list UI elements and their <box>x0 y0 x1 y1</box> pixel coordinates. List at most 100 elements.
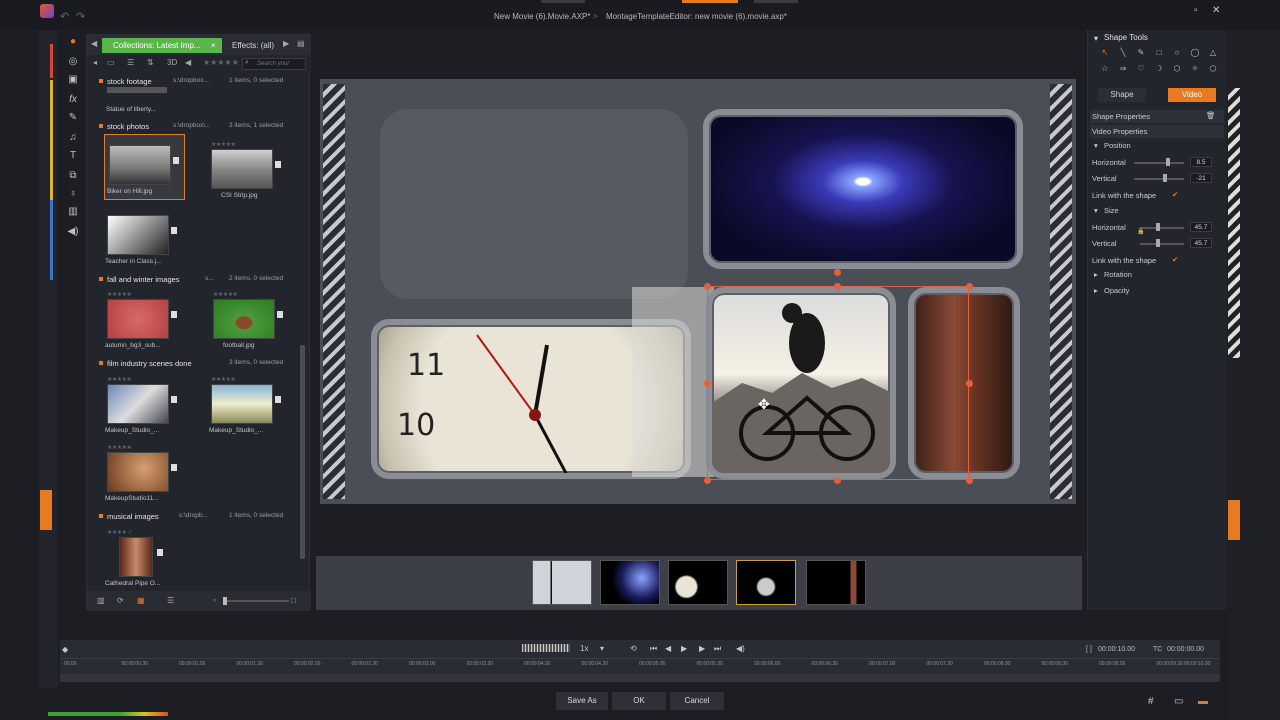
slider-knob[interactable] <box>1163 174 1167 182</box>
resize-handle[interactable] <box>704 380 711 387</box>
go-start-icon[interactable]: ⏮ <box>650 644 657 654</box>
tab-collections[interactable]: Collections: Latest Imp... <box>102 38 222 53</box>
folder-icon[interactable]: ▭ <box>107 58 115 67</box>
collapsed-arrow-icon[interactable]: ▸ <box>1094 286 1098 295</box>
media-item-makeup-1[interactable]: ★★★★★ Makeup_Studio_... <box>105 376 185 442</box>
resize-handle[interactable] <box>966 380 973 387</box>
link-shape-size-checkbox[interactable]: ✔ <box>1172 255 1178 264</box>
cancel-button[interactable]: Cancel <box>670 692 724 710</box>
montage-canvas[interactable]: 11 10 ✥ <box>320 79 1076 504</box>
hexagon-tool-icon[interactable]: ⬡ <box>1170 64 1184 73</box>
resize-handle[interactable] <box>834 283 841 290</box>
line-tool-icon[interactable]: ╲ <box>1116 48 1130 57</box>
refresh-icon[interactable]: ⟳ <box>117 596 124 605</box>
burst-tool-icon[interactable]: ✧ <box>1188 64 1202 73</box>
music-icon[interactable]: ♫ <box>66 132 80 146</box>
vertical-size-slider[interactable] <box>1140 243 1184 245</box>
polygon-tool-icon[interactable]: ⬠ <box>1206 64 1220 73</box>
group-header-film-industry[interactable]: film industry scenes done 3 items, 0 sel… <box>89 358 295 370</box>
scrub-wheel[interactable] <box>522 644 570 652</box>
circle-tool-icon[interactable]: ◯ <box>1188 48 1202 57</box>
volume-icon[interactable]: ◀) <box>736 644 745 653</box>
photo-icon[interactable]: ▣ <box>66 74 80 88</box>
ellipse-tool-icon[interactable]: ○ <box>1170 48 1184 57</box>
tab-close-icon[interactable]: × <box>211 38 216 53</box>
play-icon[interactable]: ▶ <box>681 644 687 653</box>
grid-icon[interactable]: # <box>1148 696 1154 707</box>
heart-tool-icon[interactable]: ♡ <box>1134 64 1148 73</box>
speaker-icon[interactable]: ◀) <box>66 226 80 240</box>
opacity-heading[interactable]: Opacity <box>1104 286 1129 295</box>
speed-dropdown-icon[interactable]: ▾ <box>600 644 604 653</box>
tab-menu-icon[interactable]: ▤ <box>297 39 305 48</box>
grid-view-icon[interactable]: ▦ <box>137 596 145 605</box>
group-header-fall-winter[interactable]: fall and winter images s... 2 items, 0 s… <box>89 274 295 286</box>
collapse-arrow-icon[interactable]: ▾ <box>1094 34 1098 43</box>
rectangle-tool-icon[interactable]: □ <box>1152 48 1166 57</box>
library-icon[interactable]: ● <box>66 36 80 50</box>
step-forward-icon[interactable]: ▶ <box>699 644 705 653</box>
pointer-tool-icon[interactable]: ↖ <box>1098 48 1112 57</box>
triangle-tool-icon[interactable]: △ <box>1206 48 1220 57</box>
horizontal-size-slider[interactable] <box>1140 227 1184 229</box>
slider-knob[interactable] <box>1166 158 1170 166</box>
horizontal-position-field[interactable]: 8.5 <box>1190 157 1212 167</box>
resize-handle[interactable] <box>704 477 711 484</box>
media-item-cathedral[interactable]: ★★★★ ✓ Cathedral Pipe O... <box>105 529 185 595</box>
media-item-makeup-3[interactable]: ★★★★★ MakeupStudio11... <box>105 444 185 510</box>
fx-icon[interactable]: fx <box>66 94 80 108</box>
position-heading[interactable]: Position <box>1104 141 1131 150</box>
expand-arrow-icon[interactable]: ▾ <box>1094 141 1098 150</box>
vertical-position-slider[interactable] <box>1134 178 1184 180</box>
pen-tool-icon[interactable]: ✎ <box>1134 48 1148 57</box>
current-timecode[interactable]: 00:00:00.00 <box>1167 646 1204 653</box>
tab-scroll-right-icon[interactable]: ▶ <box>283 39 289 48</box>
slider-knob[interactable] <box>1156 239 1160 247</box>
selection-box[interactable] <box>707 286 969 480</box>
loop-icon[interactable]: ⟲ <box>630 644 637 653</box>
rating-stars[interactable]: ★★★★ ✓ <box>107 529 133 536</box>
statue-thumb-partial[interactable] <box>107 87 167 93</box>
layout-thumb[interactable] <box>600 560 660 605</box>
marker-icon[interactable]: ✎ <box>66 112 80 126</box>
galaxy-video-frame[interactable] <box>703 109 1023 269</box>
transition-icon[interactable]: ⧉ <box>66 170 80 184</box>
group-header-musical-images[interactable]: musical images s:\dropb... 1 items, 0 se… <box>89 511 295 523</box>
rating-stars[interactable]: ★★★★★ <box>107 376 132 383</box>
resize-handle[interactable] <box>966 477 973 484</box>
slider-knob[interactable] <box>1156 223 1160 231</box>
empty-drop-zone[interactable] <box>380 109 688 299</box>
rating-stars[interactable]: ★★★★★ <box>211 141 236 148</box>
timeline-track[interactable] <box>60 674 1220 682</box>
resize-handle[interactable] <box>966 283 973 290</box>
link-shape-checkbox[interactable]: ✔ <box>1172 190 1178 199</box>
resize-handle[interactable] <box>704 283 711 290</box>
media-item-autumn[interactable]: ★★★★★ autumn_bg3_sub... <box>105 291 185 357</box>
tab-scroll-left-icon[interactable]: ◀ <box>91 39 97 48</box>
media-item-makeup-2[interactable]: ★★★★★ Makeup_Studio_... <box>209 377 289 442</box>
zoom-large-icon[interactable]: □ <box>291 596 296 605</box>
rating-stars[interactable]: ★★★★★ <box>107 291 132 298</box>
go-end-icon[interactable]: ⏭ <box>714 644 721 654</box>
vertical-size-field[interactable]: 45.7 <box>1190 238 1212 248</box>
library-search-input[interactable]: Search your <box>242 58 306 70</box>
tag-icon[interactable]: ◀ <box>185 58 191 67</box>
media-item-teacher[interactable]: Teacher in Class.j... <box>105 209 185 273</box>
trash-icon[interactable]: 🗑 <box>1206 111 1216 120</box>
monitor-icon[interactable]: ▭ <box>1174 696 1183 707</box>
effects-icon[interactable]: ◎ <box>66 56 80 70</box>
rating-stars[interactable]: ★★★★★ <box>213 291 238 298</box>
3d-filter-button[interactable]: 3D <box>167 58 177 67</box>
close-icon[interactable]: ✕ <box>1212 5 1220 16</box>
list-mode-icon[interactable]: ☰ <box>167 596 174 605</box>
undo-icon[interactable]: ↶ <box>60 10 69 23</box>
title-text-icon[interactable]: T <box>66 150 80 164</box>
audio-effect-icon[interactable]: ♁ <box>66 188 80 202</box>
rating-stars[interactable]: ★★★★★ <box>107 444 132 451</box>
speed-select[interactable]: 1x <box>580 644 588 653</box>
layout-thumb[interactable] <box>806 560 866 605</box>
bracket-icon[interactable]: [ ] <box>1086 646 1092 653</box>
resize-handle[interactable] <box>834 477 841 484</box>
arrow-tool-icon[interactable]: ⇒ <box>1116 64 1130 73</box>
playhead-marker-icon[interactable]: ◆ <box>62 645 68 654</box>
